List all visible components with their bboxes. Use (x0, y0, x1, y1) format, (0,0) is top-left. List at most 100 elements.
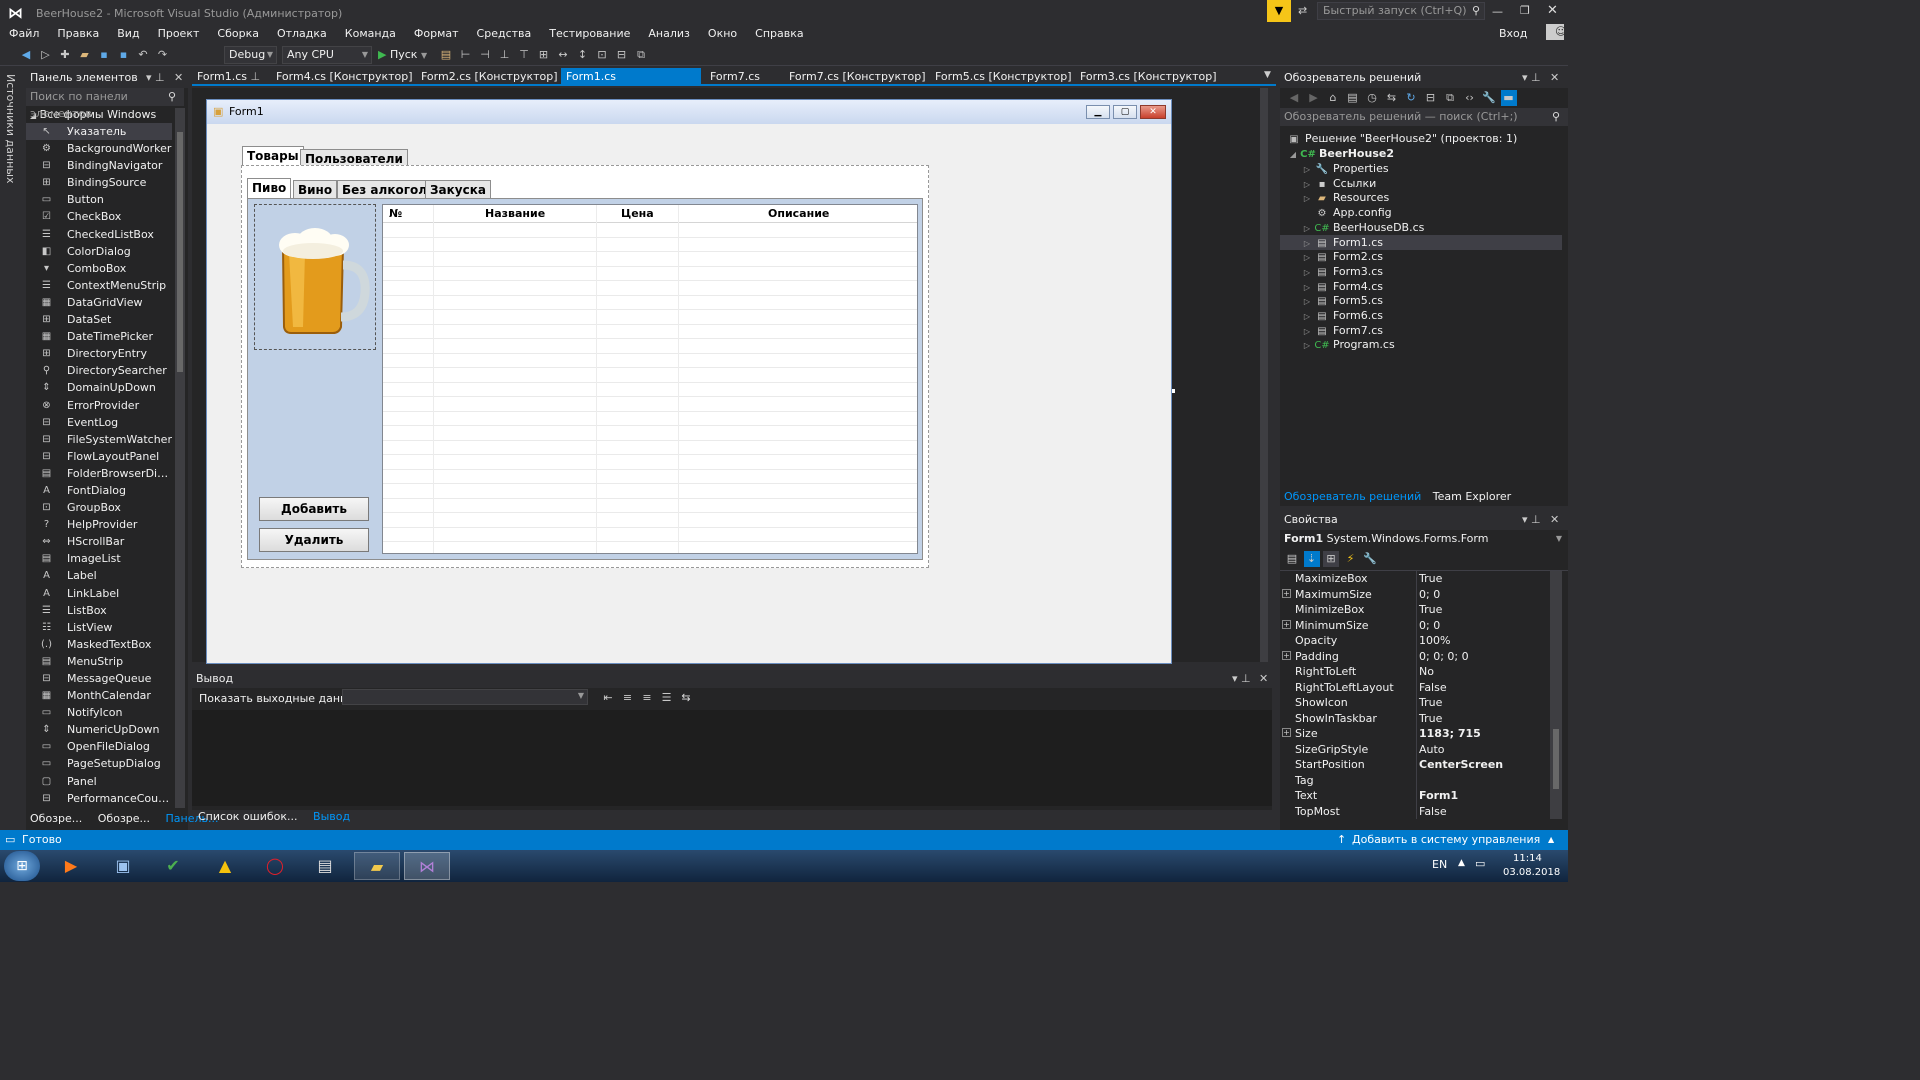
table-row[interactable] (383, 281, 917, 296)
table-row[interactable] (383, 470, 917, 484)
solution-tree-item[interactable]: ▷ ▤ Form4.cs (1280, 279, 1562, 294)
property-row[interactable]: + MaximumSize 0; 0 (1280, 587, 1550, 603)
align-icon[interactable]: ⊢ (458, 47, 474, 63)
table-row[interactable] (383, 383, 917, 397)
solution-tree-item[interactable]: ▷ C# Program.cs (1280, 337, 1562, 352)
error-list-tab[interactable]: Список ошибок... (198, 810, 298, 823)
menu-view[interactable]: Вид (108, 27, 148, 40)
table-row[interactable] (383, 354, 917, 368)
media-player-icon[interactable]: ▶ (48, 852, 94, 880)
solution-tree-item[interactable]: ▷ ▤ Form2.cs (1280, 249, 1562, 264)
account-icon[interactable]: ☺ (1546, 24, 1566, 40)
property-value[interactable]: True (1419, 571, 1442, 586)
view-code-icon[interactable]: ‹› (1462, 90, 1478, 106)
products-datagrid[interactable]: № Название Цена Описание (382, 204, 918, 554)
expand-plus-icon[interactable]: + (1282, 728, 1291, 737)
solution-node[interactable]: ▣ Решение "BeerHouse2" (проектов: 1) (1286, 131, 1517, 146)
table-row[interactable] (383, 310, 917, 325)
align-icon[interactable]: ⊞ (536, 47, 552, 63)
toolbox-item[interactable]: ☰ ListBox (26, 602, 172, 619)
language-indicator[interactable]: EN (1432, 858, 1447, 871)
align-icon[interactable]: ⊤ (516, 47, 532, 63)
property-row[interactable]: + Padding 0; 0; 0; 0 (1280, 649, 1550, 665)
form1-window[interactable]: ▣ Form1 ▁ ▢ ✕ Товары Пользователи Пиво В… (206, 99, 1172, 664)
toolbox-item[interactable]: ☰ CheckedListBox (26, 226, 172, 243)
toolbox-item[interactable]: ▤ MenuStrip (26, 653, 172, 670)
toolbox-item[interactable]: (.) MaskedTextBox (26, 636, 172, 653)
table-row[interactable] (383, 267, 917, 281)
property-pages-icon[interactable]: 🔧 (1362, 551, 1378, 567)
delete-button[interactable]: Удалить (259, 528, 369, 552)
forward-icon[interactable]: ▶ (1306, 90, 1322, 106)
property-value[interactable]: Auto (1419, 742, 1445, 757)
grid-col-name[interactable]: Название (485, 205, 545, 223)
notepad-icon[interactable]: ▤ (302, 852, 348, 880)
visual-studio-icon[interactable]: ⋈ (404, 852, 450, 880)
find-icon[interactable]: ▤ (438, 47, 454, 63)
size-icon[interactable]: ⊟ (614, 47, 630, 63)
minimize-button[interactable]: — (1492, 5, 1503, 18)
table-row[interactable] (383, 441, 917, 455)
property-row[interactable]: TopMost False (1280, 804, 1550, 820)
switch-views-icon[interactable]: ▤ (1345, 90, 1361, 106)
kaspersky-icon[interactable]: ✔ (150, 852, 196, 880)
scroll-thumb[interactable] (177, 132, 183, 372)
menu-build[interactable]: Сборка (208, 27, 268, 40)
size-icon[interactable]: ⊡ (594, 47, 610, 63)
property-value[interactable]: 1183; 715 (1419, 726, 1481, 741)
properties-scrollbar[interactable] (1550, 571, 1562, 819)
property-row[interactable]: ShowIcon True (1280, 695, 1550, 711)
menu-team[interactable]: Команда (336, 27, 405, 40)
menu-test[interactable]: Тестирование (540, 27, 639, 40)
toolbox-item[interactable]: ↖ Указатель (26, 123, 172, 141)
property-row[interactable]: + MinimumSize 0; 0 (1280, 618, 1550, 634)
categorized-icon[interactable]: ▤ (1284, 551, 1300, 567)
show-all-files-icon[interactable]: ⧉ (1442, 90, 1458, 106)
order-icon[interactable]: ⧉ (633, 47, 649, 63)
config-select[interactable]: Debug ▼ (224, 46, 277, 64)
property-value[interactable]: CenterScreen (1419, 757, 1503, 772)
solution-tree-item[interactable]: ▷ ▤ Form7.cs (1280, 323, 1562, 338)
start-button[interactable]: ▶ Пуск ▼ (378, 47, 427, 64)
grid-col-description[interactable]: Описание (768, 205, 829, 223)
menu-file[interactable]: Файл (0, 27, 48, 40)
table-row[interactable] (383, 252, 917, 267)
property-row[interactable]: RightToLeft No (1280, 664, 1550, 680)
property-value[interactable]: 0; 0 (1419, 618, 1440, 633)
table-row[interactable] (383, 528, 917, 542)
menu-edit[interactable]: Правка (48, 27, 108, 40)
menu-tools[interactable]: Средства (468, 27, 541, 40)
form-minimize-button[interactable]: ▁ (1086, 105, 1110, 119)
toolbox-item[interactable]: ⇕ DomainUpDown (26, 379, 172, 396)
solution-tree-item[interactable]: ▷ ▤ Form5.cs (1280, 293, 1562, 308)
property-value[interactable]: Form1 (1419, 788, 1458, 803)
table-row[interactable] (383, 499, 917, 513)
toolbox-item[interactable]: ▤ FolderBrowserDialog (26, 465, 172, 482)
open-file-icon[interactable]: ▰ (77, 47, 93, 63)
goto-icon[interactable]: ⇤ (600, 690, 616, 706)
toolbox-item[interactable]: ⊟ FileSystemWatcher (26, 431, 172, 448)
alphabetical-icon[interactable]: ⇣ (1303, 551, 1320, 567)
tray-expand-icon[interactable]: ▲ (1458, 858, 1465, 868)
form-maximize-button[interactable]: ▢ (1113, 105, 1137, 119)
property-value[interactable]: False (1419, 804, 1447, 819)
close-icon[interactable]: ✕ (174, 68, 183, 88)
toolbox-item[interactable]: ? HelpProvider (26, 516, 172, 533)
toolbox-item[interactable]: ▭ Button (26, 191, 172, 208)
table-row[interactable] (383, 412, 917, 426)
clear-all-icon[interactable]: ☰ (659, 690, 675, 706)
toolbox-item[interactable]: ⊗ ErrorProvider (26, 397, 172, 414)
align-icon[interactable]: ⊥ (497, 47, 513, 63)
google-drive-icon[interactable]: ▲ (202, 852, 248, 880)
toolbox-item[interactable]: ▦ DateTimePicker (26, 328, 172, 345)
toolbox-item[interactable]: ⊟ FlowLayoutPanel (26, 448, 172, 465)
toolbox-item[interactable]: ▾ ComboBox (26, 260, 172, 277)
scroll-thumb[interactable] (1553, 729, 1559, 789)
undo-icon[interactable]: ↶ (135, 47, 151, 63)
toolbox-item[interactable]: A FontDialog (26, 482, 172, 499)
team-explorer-tab[interactable]: Team Explorer (1433, 490, 1511, 503)
signin-link[interactable]: Вход (1490, 26, 1536, 42)
doc-tab-form1-designer[interactable]: Form1.cs [Конструктор] ⊥ ✕ (561, 68, 701, 101)
table-row[interactable] (383, 426, 917, 441)
properties-object-select[interactable]: Form1 System.Windows.Forms.Form ▼ (1280, 530, 1568, 548)
